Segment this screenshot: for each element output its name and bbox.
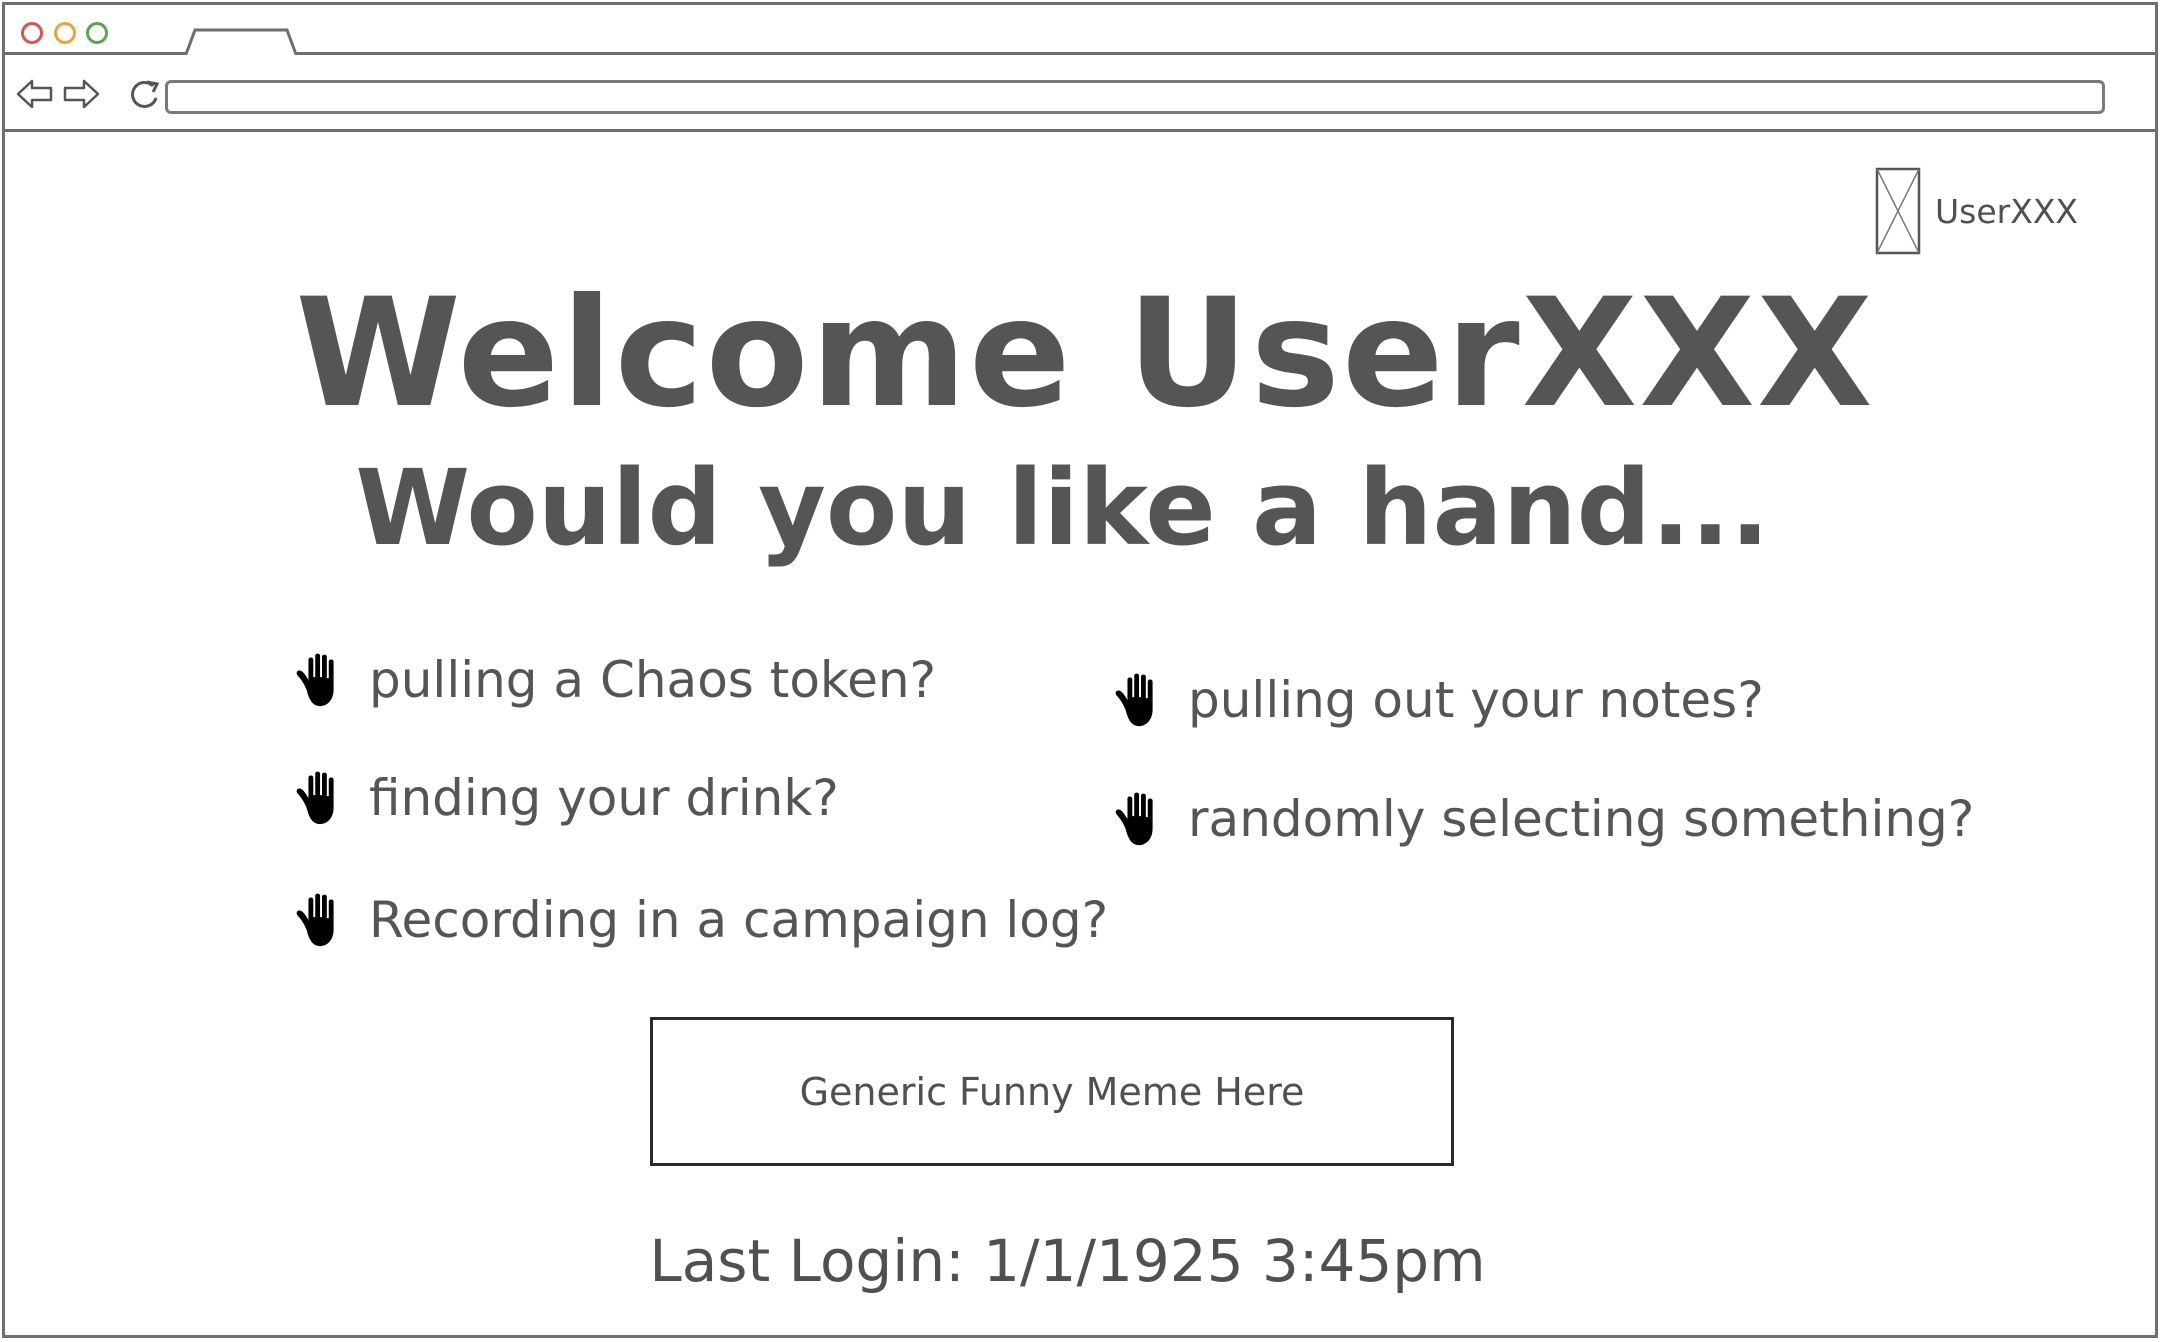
username-label: UserXXX [1935, 191, 2079, 231]
browser-window: UserXXX Welcome UserXXX Would you like a… [2, 2, 2158, 1338]
minimize-window-button[interactable] [54, 22, 76, 44]
option-notes[interactable]: pulling out your notes? [1112, 670, 1764, 730]
option-campaign-log[interactable]: Recording in a campaign log? [293, 890, 1108, 950]
reload-icon[interactable] [125, 77, 165, 111]
subtitle-heading: Would you like a hand... [355, 447, 1770, 569]
address-bar[interactable] [165, 80, 2105, 114]
meme-placeholder-text: Generic Funny Meme Here [799, 1069, 1305, 1114]
last-login-text: Last Login: 1/1/1925 3:45pm [649, 1227, 1486, 1295]
browser-tab[interactable] [183, 28, 299, 58]
maximize-window-button[interactable] [86, 22, 108, 44]
hand-icon [293, 768, 351, 828]
welcome-heading: Welcome UserXXX [295, 267, 1875, 441]
option-label: pulling out your notes? [1188, 671, 1764, 729]
page-content: UserXXX Welcome UserXXX Would you like a… [5, 132, 2155, 1335]
hand-icon [1112, 670, 1170, 730]
back-arrow-icon[interactable] [15, 77, 55, 111]
meme-placeholder: Generic Funny Meme Here [650, 1017, 1454, 1166]
option-find-drink[interactable]: finding your drink? [293, 768, 839, 828]
option-random-select[interactable]: randomly selecting something? [1112, 789, 1974, 849]
option-chaos-token[interactable]: pulling a Chaos token? [293, 650, 936, 710]
image-placeholder-icon [1875, 167, 1921, 255]
title-bar [5, 5, 2155, 58]
option-label: randomly selecting something? [1188, 790, 1975, 848]
hand-icon [293, 890, 351, 950]
option-label: finding your drink? [369, 769, 839, 827]
user-profile[interactable]: UserXXX [1875, 167, 2078, 255]
option-label: pulling a Chaos token? [369, 651, 937, 709]
browser-toolbar [5, 55, 2155, 132]
forward-arrow-icon[interactable] [61, 77, 101, 111]
hand-icon [1112, 789, 1170, 849]
option-label: Recording in a campaign log? [369, 891, 1109, 949]
close-window-button[interactable] [21, 22, 43, 44]
hand-icon [293, 650, 351, 710]
